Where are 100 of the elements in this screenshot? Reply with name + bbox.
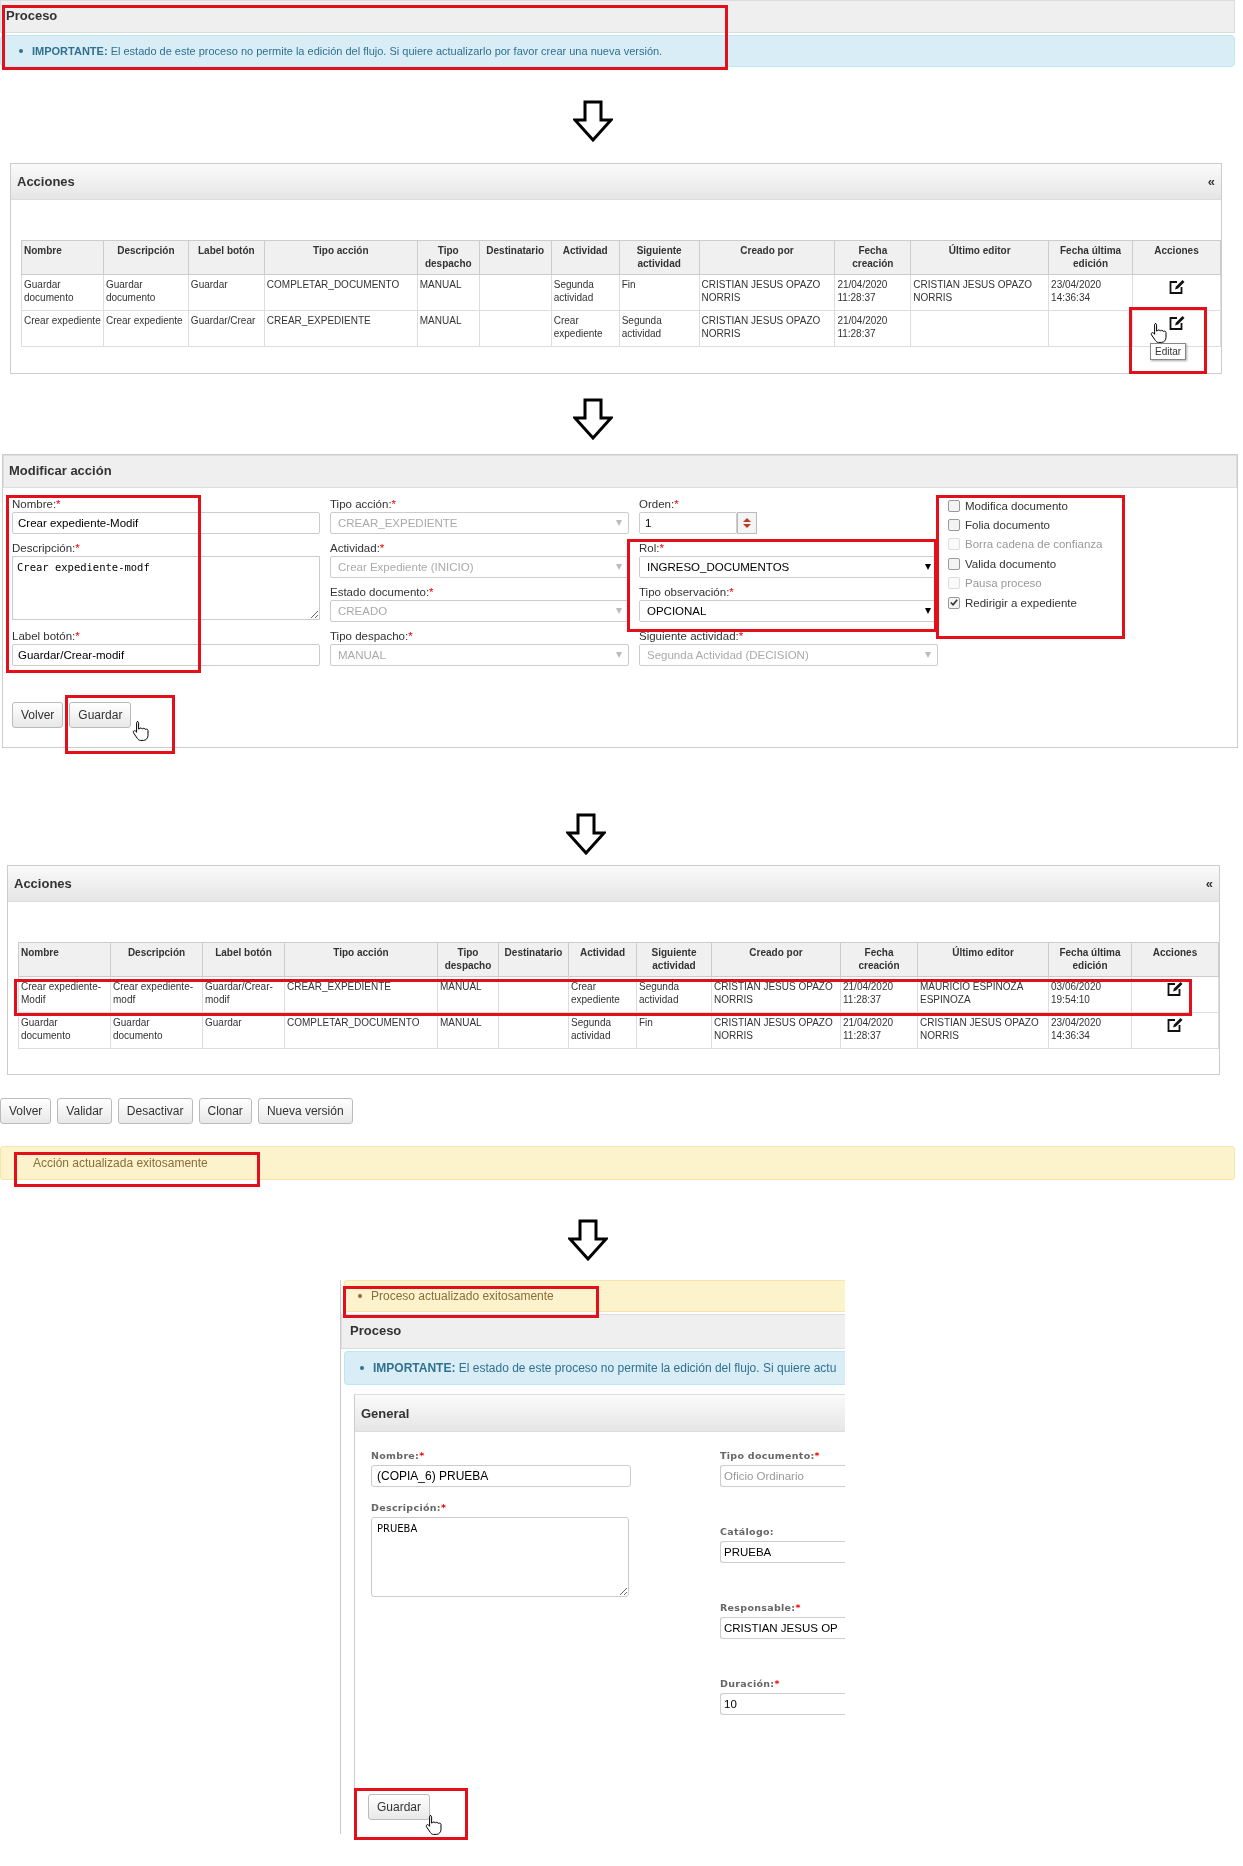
checkbox[interactable] [948,557,960,570]
collapse-button[interactable]: « [1205,876,1213,891]
required-mark: * [729,586,734,598]
text-field[interactable]: Crear expediente-Modif [12,512,320,534]
edit-icon[interactable] [1167,279,1186,295]
edit-icon[interactable] [1167,315,1186,331]
column-header: Tipo acción [284,942,438,977]
panel-title: General [361,1405,410,1421]
checkbox[interactable] [948,596,960,609]
text-field[interactable]: Guardar/Crear-modif [12,644,320,666]
checkbox[interactable] [948,499,960,512]
checkbox-label: Redirigir a expediente [965,596,1077,609]
form-button[interactable]: Volver [12,702,64,728]
required-mark: * [440,1502,447,1513]
table-cell: Crear expediente [103,310,189,347]
text-field[interactable]: (COPIA_6) PRUEBA [371,1465,631,1487]
action-button[interactable]: Validar [57,1098,112,1124]
table-cell: MANUAL [417,310,480,347]
checkbox-label: Modifica documento [965,499,1068,512]
column-header: Actividad [551,240,620,275]
caret-icon [616,608,622,614]
edit-icon[interactable] [1166,981,1184,997]
hand-cursor-icon [1150,322,1167,344]
table-cell: Guardar documento [21,274,104,311]
panel-title: Proceso [350,1323,402,1338]
text-field[interactable]: PRUEBA [720,1541,845,1563]
required-mark: * [391,498,397,510]
checkbox-label: Pausa proceso [965,577,1042,590]
down-arrow-icon [568,1219,608,1261]
collapse-button[interactable]: « [1207,174,1215,189]
required-mark: * [56,498,61,510]
edit-icon[interactable] [1166,1017,1184,1033]
column-header: Nombre [18,942,111,977]
down-arrow-icon [566,813,606,855]
column-header: Label botón [202,942,285,977]
number-field[interactable]: 1 [639,512,737,534]
table-cell: Crear expediente-Modif [18,976,111,1013]
column-header: Último editor [910,240,1049,275]
column-header: Descripción [103,240,189,275]
field-label: Rol: [639,542,660,554]
column-header: Label botón [188,240,265,275]
checkbox-label: Valida documento [965,557,1057,570]
column-header: Fecha última edición [1048,240,1133,275]
column-header: Nombre [21,240,104,275]
required-mark: * [429,586,434,598]
save-button[interactable]: Guardar [368,1794,431,1820]
hand-cursor-icon [425,1814,442,1836]
column-header: Tipo despacho [417,240,480,275]
table-cell: Segunda actividad [551,274,620,311]
text-area[interactable]: PRUEBA [371,1517,629,1597]
field-label: Tipo acción: [330,498,392,510]
field-label: Estado documento: [330,586,430,598]
caret-icon [925,652,931,658]
table-cell: Guardar [188,274,265,311]
table-cell: CRISTIAN JESUS OPAZO NORRIS [699,310,835,347]
required-mark: * [75,630,80,642]
field-label: Descripción: [371,1502,441,1513]
table-cell: MAURICIO ESPINOZA ESPINOZA [917,976,1049,1013]
stepper-button[interactable] [737,512,757,534]
required-mark: * [408,630,413,642]
field-label: Catálogo: [720,1526,774,1537]
table-cell: 21/04/2020 11:28:37 [840,976,918,1013]
table-cell: MANUAL [417,274,480,311]
column-header: Acciones [1131,942,1219,977]
field-label: Tipo observación: [639,586,730,598]
panel-title: Modificar acción [9,463,112,478]
table-cell: Fin [619,274,700,311]
table-cell: CREAR_EXPEDIENTE [264,310,418,347]
table-cell: Segunda actividad [619,310,700,347]
field-label: Tipo documento: [720,1450,815,1461]
alert-text: Acción actualizada exitosamente [33,1156,208,1170]
text-field[interactable]: CRISTIAN JESUS OP [720,1617,845,1639]
form-button[interactable]: Guardar [69,702,132,728]
text-area[interactable]: Crear expediente-modf [12,556,320,620]
column-header: Siguiente actividad [636,942,712,977]
action-button[interactable]: Clonar [198,1098,252,1124]
table-cell: CRISTIAN JESUS OPAZO NORRIS [910,274,1049,311]
column-header: Creado por [711,942,841,977]
table-cell: Guardar documento [103,274,189,311]
checkbox[interactable] [948,519,960,532]
table-cell: CRISTIAN JESUS OPAZO NORRIS [711,976,841,1013]
column-header: Fecha última edición [1048,942,1132,977]
table-cell: 21/04/2020 11:28:37 [834,274,911,311]
bullet-icon [360,1366,364,1370]
field-label: Nombre: [371,1450,420,1461]
action-button[interactable]: Nueva versión [257,1098,353,1124]
hand-cursor-icon [132,720,149,742]
column-header: Destinatario [498,942,569,977]
text-field[interactable]: 10 [720,1693,845,1715]
action-button[interactable]: Desactivar [117,1098,193,1124]
field-label: Descripción: [12,542,76,554]
bullet-icon [19,49,23,53]
caret-icon [616,652,622,658]
column-header: Descripción [110,942,203,977]
action-button[interactable]: Volver [0,1098,52,1124]
column-header: Acciones [1132,240,1221,275]
table-cell: 03/06/2020 19:54:10 [1048,976,1132,1013]
column-header: Siguiente actividad [619,240,700,275]
field-label: Actividad: [330,542,380,554]
column-header: Fecha creación [834,240,911,275]
